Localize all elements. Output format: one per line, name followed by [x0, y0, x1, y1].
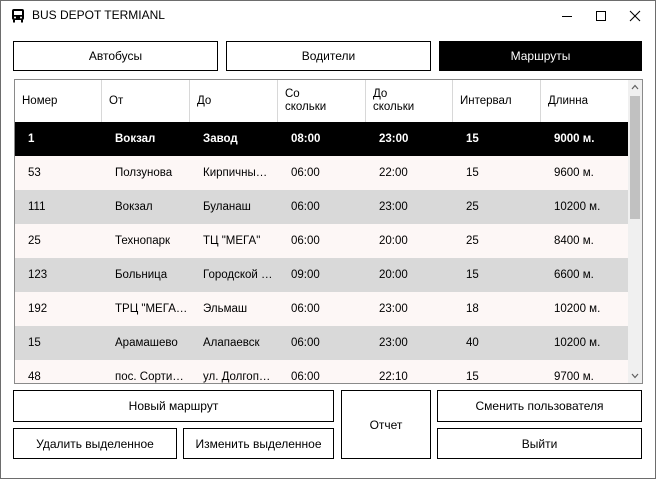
report-button[interactable]: Отчет [341, 390, 431, 459]
table-cell: 25 [466, 201, 479, 213]
table-cell: 15 [466, 133, 479, 145]
table-cell: 08:00 [291, 133, 321, 145]
table-cell: 06:00 [291, 337, 320, 349]
table-cell: 06:00 [291, 167, 320, 179]
table-row[interactable]: 111 Вокзал Буланаш 06:00 23:00 25 10200 м. [15, 190, 629, 224]
table-row[interactable]: 15 Арамашево Алапаевск 06:00 23:00 40 10200 м. [15, 326, 629, 360]
maximize-icon [596, 11, 606, 21]
routes-table[interactable]: Номер От До Со скольки До скольки Интерв… [14, 79, 643, 384]
table-cell: 9700 м. [554, 371, 594, 383]
column-header[interactable]: До скольки [366, 80, 453, 122]
exit-button[interactable]: Выйти [437, 428, 642, 459]
table-cell: 192 [28, 303, 48, 315]
table-cell: 23:00 [379, 201, 408, 213]
table-cell: 23:00 [379, 337, 408, 349]
table-cell: 15 [466, 371, 479, 383]
table-cell: Городской … [203, 269, 273, 281]
table-header: Номер От До Со скольки До скольки Интерв… [15, 80, 629, 122]
scrollbar-thumb[interactable] [630, 96, 640, 219]
table-row[interactable]: 192 ТРЦ "МЕГА… Эльмаш 06:00 23:00 18 10200 м. [15, 292, 629, 326]
table-cell: 20:00 [379, 235, 408, 247]
table-row[interactable]: 1 Вокзал Завод 08:00 23:00 15 9000 м. [15, 122, 629, 156]
table-cell: Буланаш [203, 201, 251, 213]
table-cell: Вокзал [115, 133, 156, 145]
vertical-scrollbar[interactable] [628, 80, 642, 383]
table-cell: 25 [28, 235, 41, 247]
column-header[interactable]: Длинна [541, 80, 629, 122]
table-cell: 22:00 [379, 167, 408, 179]
table-cell: Кирпичны… [203, 167, 268, 179]
column-header[interactable]: Со скольки [278, 80, 366, 122]
column-header[interactable]: До [190, 80, 278, 122]
new-route-button[interactable]: Новый маршрут [13, 390, 334, 422]
minimize-button[interactable] [550, 1, 584, 31]
table-cell: Эльмаш [203, 303, 248, 315]
maximize-button[interactable] [584, 1, 618, 31]
title-bar[interactable]: BUS DEPOT TERMIANL [1, 1, 655, 31]
bus-icon [12, 9, 24, 23]
table-cell: 18 [466, 303, 479, 315]
table-cell: 9000 м. [554, 133, 595, 145]
table-cell: Вокзал [115, 201, 153, 213]
column-header[interactable]: Интервал [453, 80, 541, 122]
table-cell: 15 [466, 269, 479, 281]
table-cell: Больница [115, 269, 168, 281]
table-cell: 06:00 [291, 201, 320, 213]
table-cell: Алапаевск [203, 337, 260, 349]
table-row[interactable]: 48 пос. Сорти… ул. Долгоп… 06:00 22:10 15 9700… [15, 360, 629, 383]
table-cell: 23:00 [379, 133, 409, 145]
table-cell: 111 [28, 201, 46, 213]
close-button[interactable] [618, 1, 652, 31]
minimize-icon [562, 16, 572, 17]
table-cell: 9600 м. [554, 167, 594, 179]
table-row[interactable]: 53 Ползунова Кирпичны… 06:00 22:00 15 9600 м. [15, 156, 629, 190]
table-cell: 20:00 [379, 269, 408, 281]
table-cell: 25 [466, 235, 479, 247]
close-icon [629, 10, 641, 22]
column-header[interactable]: От [102, 80, 190, 122]
table-cell: ул. Долгоп… [203, 371, 271, 383]
edit-selected-button[interactable]: Изменить выделенное [183, 428, 334, 459]
table-cell: Технопарк [115, 235, 171, 247]
table-cell: 10200 м. [554, 337, 601, 349]
table-cell: 123 [28, 269, 48, 281]
table-cell: Арамашево [115, 337, 178, 349]
table-cell: 6600 м. [554, 269, 594, 281]
table-cell: 48 [28, 371, 41, 383]
table-cell: 06:00 [291, 303, 320, 315]
table-cell: пос. Сорти… [115, 371, 184, 383]
tab-routes[interactable]: Маршруты [439, 41, 642, 71]
table-cell: Ползунова [115, 167, 173, 179]
table-cell: 23:00 [379, 303, 408, 315]
table-cell: 09:00 [291, 269, 320, 281]
scroll-down-icon[interactable] [628, 369, 642, 383]
delete-selected-button[interactable]: Удалить выделенное [13, 428, 177, 459]
table-cell: ТРЦ "МЕГА… [115, 303, 188, 315]
scroll-up-icon[interactable] [628, 80, 642, 94]
table-cell: 1 [28, 133, 35, 145]
table-cell: 8400 м. [554, 235, 594, 247]
tab-buses[interactable]: Автобусы [13, 41, 218, 71]
table-cell: 40 [466, 337, 479, 349]
table-row[interactable]: 25 Технопарк ТЦ "МЕГА" 06:00 20:00 25 8400 м. [15, 224, 629, 258]
table-cell: 06:00 [291, 371, 320, 383]
app-window: BUS DEPOT TERMIANL Автобусы Водители Мар… [0, 0, 656, 479]
table-row[interactable]: 123 Больница Городской … 09:00 20:00 15 6600 м… [15, 258, 629, 292]
table-cell: Завод [203, 133, 238, 145]
column-header[interactable]: Номер [15, 80, 102, 122]
table-cell: 53 [28, 167, 41, 179]
table-cell: 22:10 [379, 371, 408, 383]
table-cell: 10200 м. [554, 201, 601, 213]
table-cell: 15 [466, 167, 479, 179]
table-cell: 06:00 [291, 235, 320, 247]
table-cell: ТЦ "МЕГА" [203, 235, 261, 247]
tab-drivers[interactable]: Водители [226, 41, 431, 71]
switch-user-button[interactable]: Сменить пользователя [437, 390, 642, 422]
table-cell: 10200 м. [554, 303, 601, 315]
window-title: BUS DEPOT TERMIANL [32, 8, 165, 22]
table-cell: 15 [28, 337, 41, 349]
